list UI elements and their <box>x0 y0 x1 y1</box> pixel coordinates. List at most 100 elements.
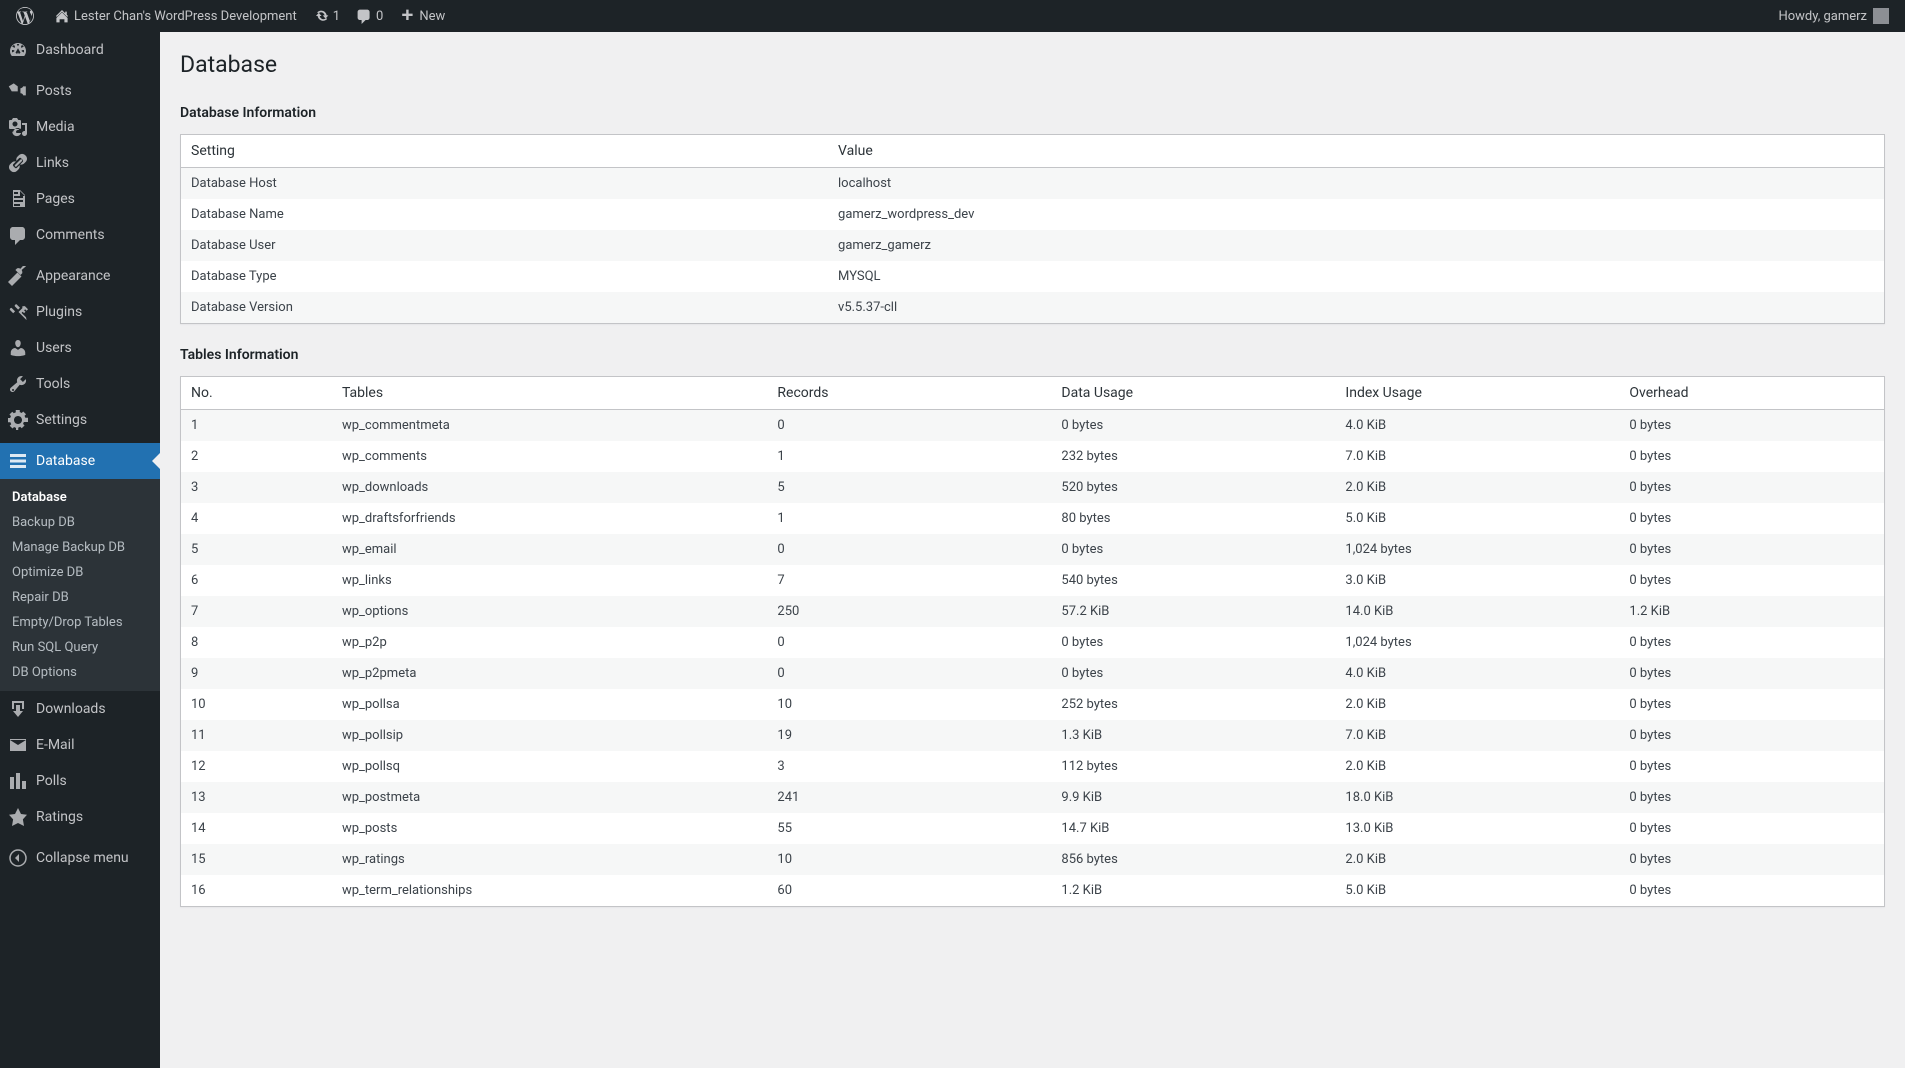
table-cell: wp_p2pmeta <box>332 658 767 689</box>
table-cell: 1.2 KiB <box>1051 875 1335 907</box>
new-content-link[interactable]: New <box>391 0 453 32</box>
sidebar-item-label: Comments <box>36 227 105 243</box>
table-row: 2wp_comments1232 bytes7.0 KiB0 bytes <box>181 441 1885 472</box>
table-cell: 0 bytes <box>1619 565 1884 596</box>
table-cell: 14 <box>181 813 332 844</box>
sidebar-item-media[interactable]: Media <box>0 109 160 145</box>
table-cell: 2.0 KiB <box>1335 689 1619 720</box>
sidebar-item-plugins[interactable]: Plugins <box>0 294 160 330</box>
table-cell: 241 <box>767 782 1051 813</box>
link-icon <box>8 153 28 173</box>
table-cell: wp_email <box>332 534 767 565</box>
page-icon <box>8 189 28 209</box>
submenu-item-repair-db[interactable]: Repair DB <box>0 585 160 610</box>
table-header: No. <box>181 377 332 410</box>
table-cell: 80 bytes <box>1051 503 1335 534</box>
table-cell: gamerz_wordpress_dev <box>828 199 1884 230</box>
section-dbinfo-title: Database Information <box>180 97 1885 129</box>
table-cell: 3.0 KiB <box>1335 565 1619 596</box>
sidebar-item-pages[interactable]: Pages <box>0 181 160 217</box>
table-row: Database Versionv5.5.37-cll <box>181 292 1885 324</box>
sidebar-item-label: Database <box>36 453 95 469</box>
sidebar-item-comments[interactable]: Comments <box>0 217 160 253</box>
wp-logo[interactable] <box>8 0 46 32</box>
sidebar-item-label: Collapse menu <box>36 850 129 866</box>
sidebar-item-downloads[interactable]: Downloads <box>0 691 160 727</box>
table-cell: 10 <box>767 844 1051 875</box>
table-cell: 14.7 KiB <box>1051 813 1335 844</box>
admin-bar-right: Howdy, gamerz <box>1770 0 1897 32</box>
wordpress-icon <box>16 7 34 25</box>
my-account[interactable]: Howdy, gamerz <box>1770 0 1897 32</box>
table-cell: 252 bytes <box>1051 689 1335 720</box>
table-cell: 2.0 KiB <box>1335 844 1619 875</box>
table-cell: wp_ratings <box>332 844 767 875</box>
sidebar-item-label: Appearance <box>36 268 110 284</box>
submenu-item-run-sql-query[interactable]: Run SQL Query <box>0 635 160 660</box>
table-cell: 0 bytes <box>1619 875 1884 907</box>
plugin-icon <box>8 302 28 322</box>
table-cell: 0 bytes <box>1051 658 1335 689</box>
table-cell: 7 <box>767 565 1051 596</box>
table-cell: 12 <box>181 751 332 782</box>
sidebar-item-settings[interactable]: Settings <box>0 402 160 438</box>
admin-bar-left: Lester Chan's WordPress Development 1 0 … <box>8 0 453 32</box>
sidebar-item-ratings[interactable]: Ratings <box>0 799 160 835</box>
table-cell: wp_options <box>332 596 767 627</box>
table-row: 14wp_posts5514.7 KiB13.0 KiB0 bytes <box>181 813 1885 844</box>
table-cell: 0 <box>767 658 1051 689</box>
table-header: Data Usage <box>1051 377 1335 410</box>
table-cell: 0 bytes <box>1051 410 1335 442</box>
sidebar-item-posts[interactable]: Posts <box>0 73 160 109</box>
sidebar-item-collapse-menu[interactable]: Collapse menu <box>0 840 160 876</box>
site-name-link[interactable]: Lester Chan's WordPress Development <box>46 0 305 32</box>
table-cell: 1.3 KiB <box>1051 720 1335 751</box>
submenu-item-database[interactable]: Database <box>0 485 160 510</box>
sidebar-item-links[interactable]: Links <box>0 145 160 181</box>
table-cell: wp_term_relationships <box>332 875 767 907</box>
table-cell: MYSQL <box>828 261 1884 292</box>
update-icon <box>313 8 329 24</box>
table-cell: localhost <box>828 168 1884 200</box>
table-cell: wp_links <box>332 565 767 596</box>
table-cell: wp_pollsq <box>332 751 767 782</box>
table-cell: 57.2 KiB <box>1051 596 1335 627</box>
dbinfo-table: SettingValue Database HostlocalhostDatab… <box>180 134 1885 324</box>
table-header: Tables <box>332 377 767 410</box>
table-cell: 9 <box>181 658 332 689</box>
sidebar-item-appearance[interactable]: Appearance <box>0 258 160 294</box>
sidebar-item-label: Posts <box>36 83 72 99</box>
submenu-item-empty-drop-tables[interactable]: Empty/Drop Tables <box>0 610 160 635</box>
table-cell: 0 bytes <box>1619 689 1884 720</box>
table-cell: Database User <box>181 230 829 261</box>
appearance-icon <box>8 266 28 286</box>
submenu-item-manage-backup-db[interactable]: Manage Backup DB <box>0 535 160 560</box>
submenu-item-backup-db[interactable]: Backup DB <box>0 510 160 535</box>
sidebar-item-database[interactable]: Database <box>0 443 160 479</box>
table-cell: 5.0 KiB <box>1335 503 1619 534</box>
table-row: Database Usergamerz_gamerz <box>181 230 1885 261</box>
table-cell: wp_commentmeta <box>332 410 767 442</box>
admin-bar: Lester Chan's WordPress Development 1 0 … <box>0 0 1905 32</box>
sidebar-item-label: Downloads <box>36 701 106 717</box>
table-cell: 7 <box>181 596 332 627</box>
table-row: Database TypeMYSQL <box>181 261 1885 292</box>
updates-link[interactable]: 1 <box>305 0 348 32</box>
table-cell: Database Name <box>181 199 829 230</box>
sidebar-item-tools[interactable]: Tools <box>0 366 160 402</box>
sidebar-item-label: Ratings <box>36 809 83 825</box>
sidebar-item-e-mail[interactable]: E-Mail <box>0 727 160 763</box>
sidebar-item-polls[interactable]: Polls <box>0 763 160 799</box>
comments-link[interactable]: 0 <box>348 0 391 32</box>
submenu-item-optimize-db[interactable]: Optimize DB <box>0 560 160 585</box>
submenu-item-db-options[interactable]: DB Options <box>0 660 160 685</box>
sidebar-item-dashboard[interactable]: Dashboard <box>0 32 160 68</box>
table-cell: 0 bytes <box>1619 813 1884 844</box>
table-cell: 13 <box>181 782 332 813</box>
table-cell: 7.0 KiB <box>1335 441 1619 472</box>
comments-count: 0 <box>376 9 383 24</box>
table-cell: 4 <box>181 503 332 534</box>
table-cell: 5 <box>181 534 332 565</box>
sidebar-item-users[interactable]: Users <box>0 330 160 366</box>
table-cell: 540 bytes <box>1051 565 1335 596</box>
